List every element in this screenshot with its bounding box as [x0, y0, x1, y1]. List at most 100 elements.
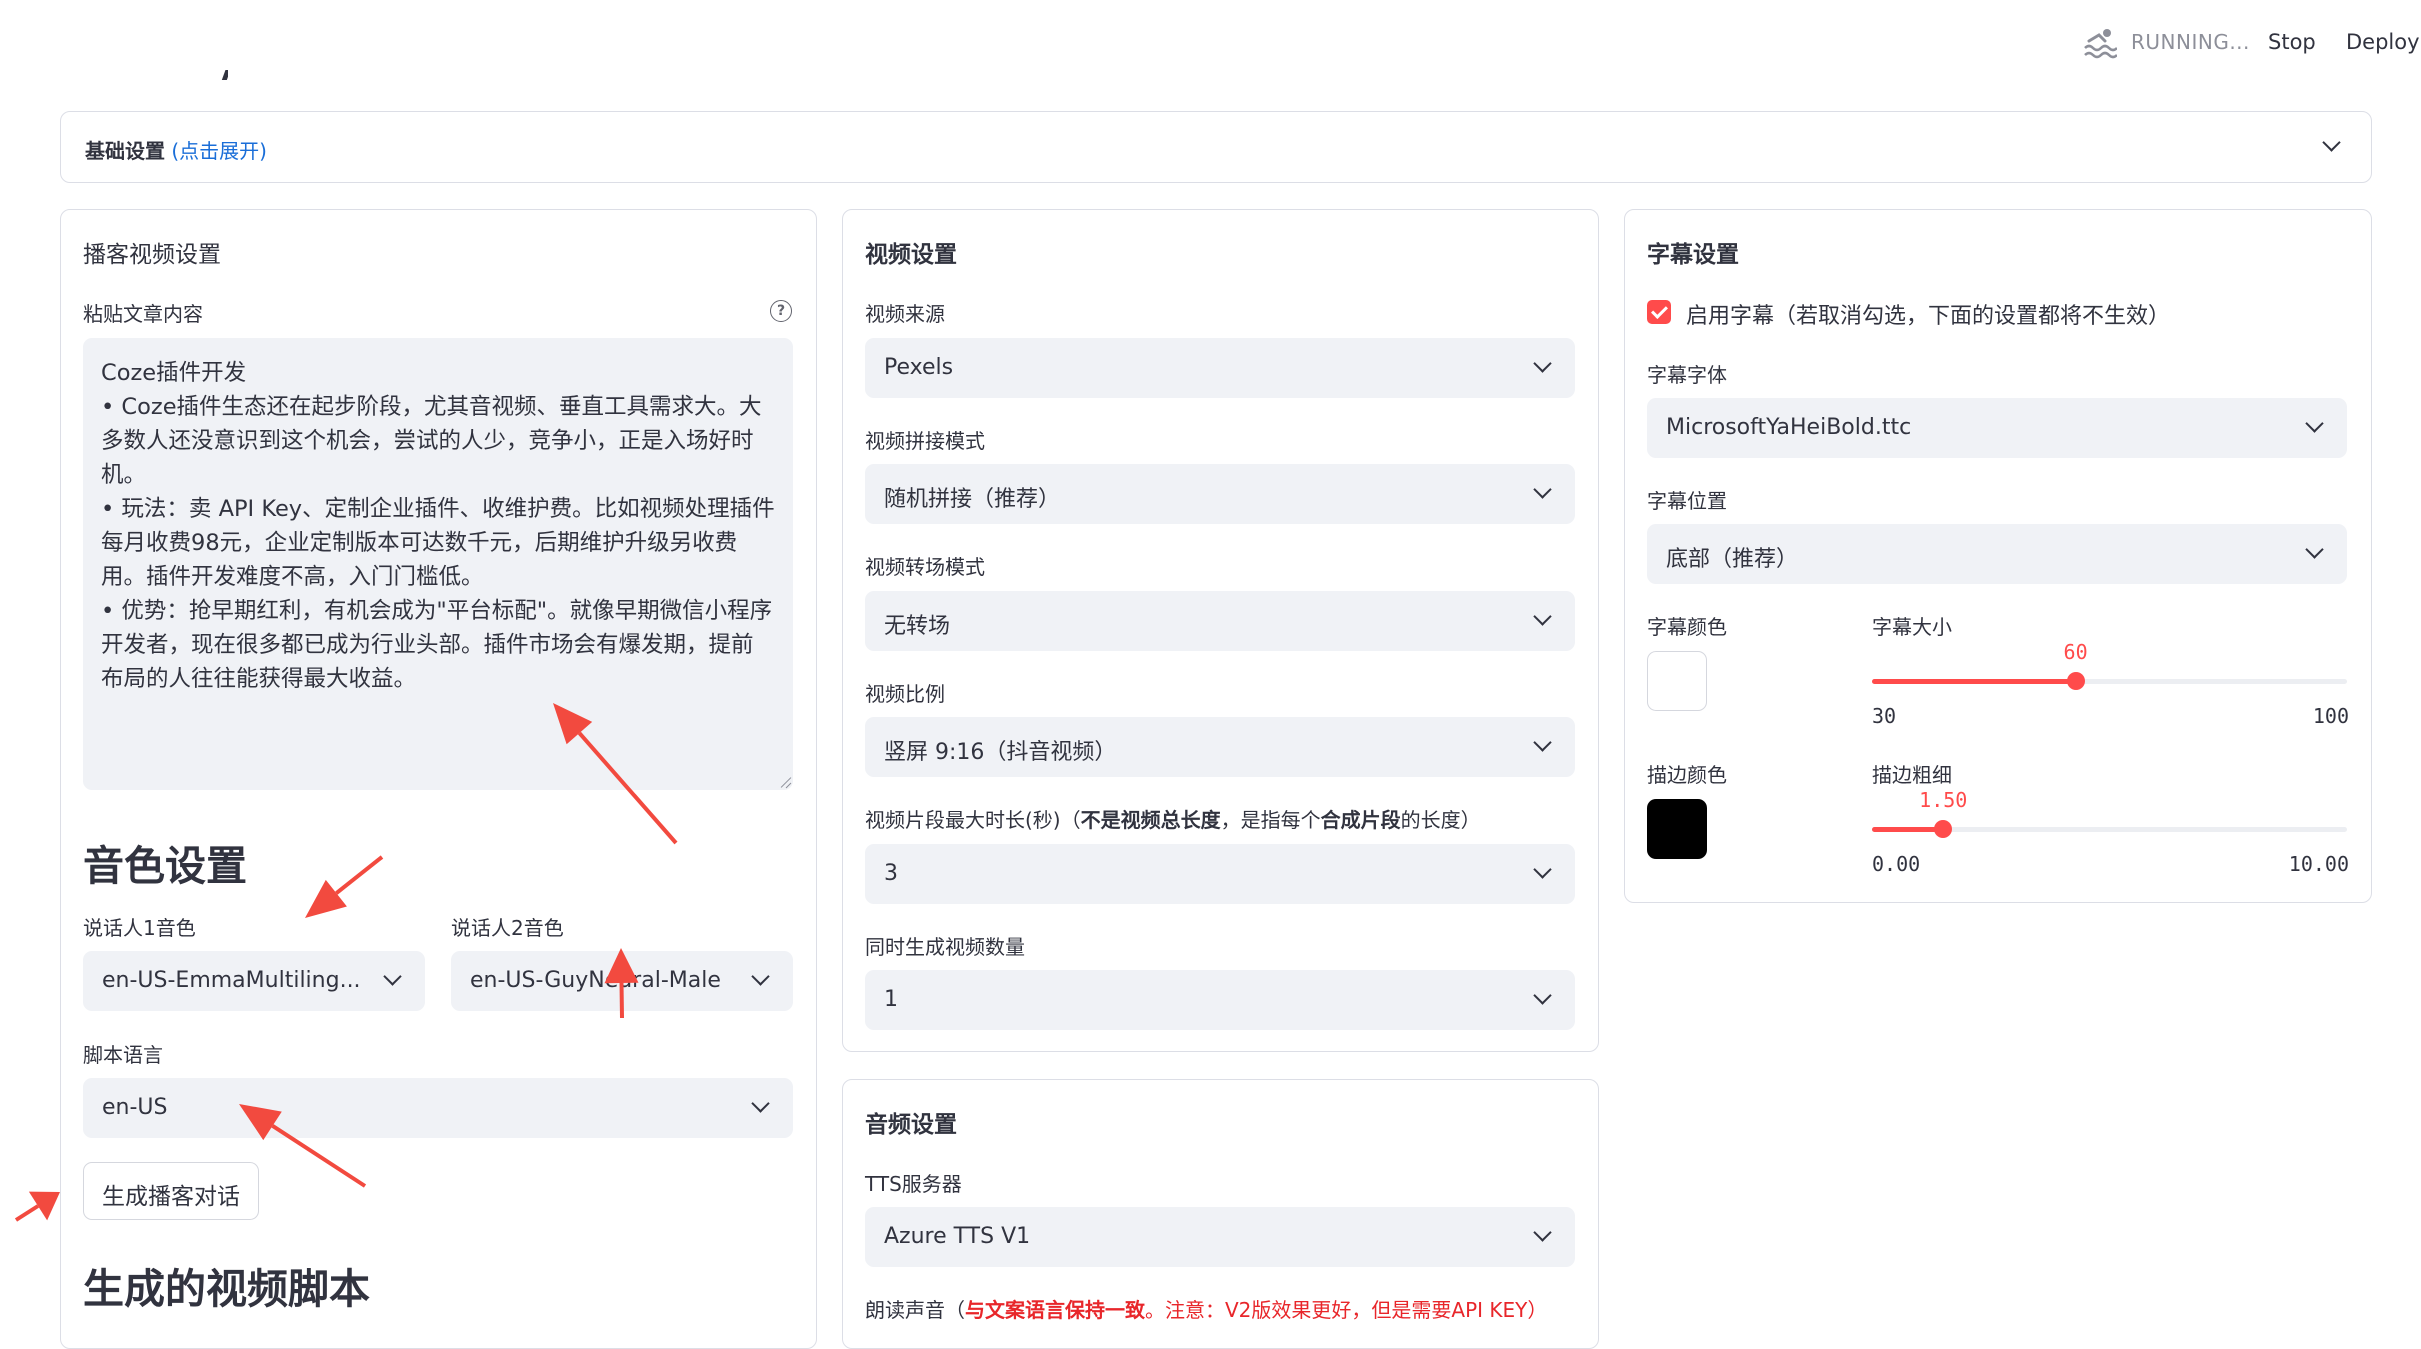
video-source-label: 视频来源	[865, 302, 945, 326]
transition-mode-value: 无转场	[884, 614, 951, 639]
subtitle-position-label: 字幕位置	[1647, 489, 1727, 513]
chevron-down-icon	[1533, 986, 1552, 1005]
subtitle-size-thumb[interactable]	[2066, 672, 2085, 690]
clip-label-part: 视频片段最大时长(秒)（	[865, 808, 1081, 832]
speaker2-select[interactable]: en-US-GuyNeural-Male	[451, 951, 793, 1011]
chevron-down-icon	[1533, 354, 1552, 373]
clip-label-part: 的长度）	[1400, 808, 1481, 832]
subtitle-color-picker[interactable]	[1647, 651, 1707, 711]
script-language-value: en-US	[102, 1095, 168, 1120]
stop-button[interactable]: Stop	[2268, 30, 2316, 54]
subtitle-font-label: 字幕字体	[1647, 363, 1727, 387]
expander-hint: (点击展开)	[171, 139, 267, 163]
concat-mode-select[interactable]: 随机拼接（推荐）	[865, 464, 1575, 524]
stroke-width-value: 1.50	[1919, 788, 1968, 812]
voice-label-part: 朗读声音（	[865, 1298, 965, 1322]
annotation-arrow-head	[28, 1191, 60, 1221]
subtitle-panel-title: 字幕设置	[1647, 242, 1739, 268]
subtitle-color-label: 字幕颜色	[1647, 615, 1727, 639]
deploy-button[interactable]: Deploy	[2346, 30, 2420, 54]
concat-mode-label: 视频拼接模式	[865, 429, 985, 453]
subtitle-size-fill	[1872, 679, 2076, 684]
expander-title: 基础设置	[85, 139, 165, 163]
video-settings-panel: 视频设置 视频来源 Pexels 视频拼接模式 随机拼接（推荐） 视频转场模式 …	[842, 209, 1599, 1052]
stroke-width-fill	[1872, 827, 1944, 832]
aspect-ratio-label: 视频比例	[865, 682, 945, 706]
subtitle-size-min: 30	[1872, 704, 1897, 728]
voice-settings-heading: 音色设置	[83, 842, 247, 890]
podcast-panel-title: 播客视频设置	[83, 242, 221, 268]
video-count-label: 同时生成视频数量	[865, 935, 1025, 959]
speaker2-value: en-US-GuyNeural-Male	[470, 968, 721, 993]
stroke-width-thumb[interactable]	[1934, 820, 1953, 838]
audio-settings-panel: 音频设置 TTS服务器 Azure TTS V1 朗读声音（与文案语言保持一致。…	[842, 1079, 1599, 1349]
help-icon[interactable]: ?	[770, 300, 792, 322]
expander-label: 基础设置 (点击展开)	[85, 135, 267, 164]
speaker1-select[interactable]: en-US-EmmaMultiling...	[83, 951, 425, 1011]
basic-settings-expander[interactable]: 基础设置 (点击展开)	[60, 111, 2372, 183]
chevron-down-icon	[751, 967, 770, 986]
video-count-select[interactable]: 1	[865, 970, 1575, 1030]
video-panel-title: 视频设置	[865, 242, 957, 268]
aspect-ratio-value: 竖屏 9:16（抖音视频）	[884, 740, 1117, 765]
voice-label-note: 。注意：V2版效果更好，但是需要API KEY）	[1145, 1298, 1548, 1322]
subtitle-position-select[interactable]: 底部（推荐）	[1647, 524, 2347, 584]
video-source-select[interactable]: Pexels	[865, 338, 1575, 398]
article-textarea[interactable]: Coze插件开发 • Coze插件生态还在起步阶段，尤其音视频、垂直工具需求大。…	[83, 338, 793, 790]
subtitle-font-select[interactable]: MicrosoftYaHeiBold.ttc	[1647, 398, 2347, 458]
transition-mode-label: 视频转场模式	[865, 555, 985, 579]
subtitle-font-value: MicrosoftYaHeiBold.ttc	[1666, 415, 1912, 440]
chevron-down-icon	[2322, 133, 2341, 152]
clip-duration-label: 视频片段最大时长(秒)（不是视频总长度，是指每个合成片段的长度）	[865, 804, 1481, 833]
clip-duration-select[interactable]: 3	[865, 844, 1575, 904]
generate-podcast-button[interactable]: 生成播客对话	[83, 1162, 259, 1220]
page-title-fragment	[200, 60, 228, 80]
chevron-down-icon	[1533, 607, 1552, 626]
podcast-panel: 播客视频设置 粘贴文章内容 ? Coze插件开发 • Coze插件生态还在起步阶…	[60, 209, 817, 1349]
annotation-arrow-shaft	[14, 1204, 40, 1222]
stroke-color-label: 描边颜色	[1647, 763, 1727, 787]
chevron-down-icon	[751, 1094, 770, 1113]
enable-subtitle-checkbox[interactable]	[1647, 300, 1671, 324]
tts-server-label: TTS服务器	[865, 1172, 962, 1196]
running-status: RUNNING...	[2131, 30, 2250, 54]
speaker1-value: en-US-EmmaMultiling...	[102, 968, 361, 993]
subtitle-settings-panel: 字幕设置 启用字幕（若取消勾选，下面的设置都将不生效） 字幕字体 Microso…	[1624, 209, 2372, 903]
voice-label-bold: 与文案语言保持一致	[965, 1298, 1145, 1322]
stroke-width-max: 10.00	[2288, 852, 2349, 876]
generated-script-heading: 生成的视频脚本	[83, 1265, 370, 1313]
enable-subtitle-label[interactable]: 启用字幕（若取消勾选，下面的设置都将不生效）	[1686, 298, 2170, 330]
subtitle-size-slider[interactable]: 60	[1872, 640, 2347, 690]
audio-panel-title: 音频设置	[865, 1112, 957, 1138]
subtitle-size-value: 60	[2063, 640, 2088, 664]
stroke-width-label: 描边粗细	[1872, 763, 1952, 787]
chevron-down-icon	[2305, 540, 2324, 559]
chevron-down-icon	[2305, 414, 2324, 433]
subtitle-size-label: 字幕大小	[1872, 615, 1952, 639]
resize-handle-icon[interactable]	[779, 776, 791, 788]
speaker2-label: 说话人2音色	[451, 916, 564, 940]
clip-label-bold: 不是视频总长度	[1080, 808, 1221, 832]
video-source-value: Pexels	[884, 355, 954, 380]
clip-label-bold: 合成片段	[1320, 808, 1401, 832]
script-language-select[interactable]: en-US	[83, 1078, 793, 1138]
clip-label-part: ，是指每个	[1220, 808, 1321, 832]
chevron-down-icon	[1533, 733, 1552, 752]
chevron-down-icon	[1533, 1223, 1552, 1242]
tts-server-value: Azure TTS V1	[884, 1224, 1031, 1249]
tts-server-select[interactable]: Azure TTS V1	[865, 1207, 1575, 1267]
stroke-width-slider[interactable]: 1.50	[1872, 788, 2347, 838]
speaker1-label: 说话人1音色	[83, 916, 196, 940]
aspect-ratio-select[interactable]: 竖屏 9:16（抖音视频）	[865, 717, 1575, 777]
voice-select-label: 朗读声音（与文案语言保持一致。注意：V2版效果更好，但是需要API KEY）	[865, 1294, 1547, 1323]
stroke-color-picker[interactable]	[1647, 799, 1707, 859]
transition-mode-select[interactable]: 无转场	[865, 591, 1575, 651]
concat-mode-value: 随机拼接（推荐）	[884, 487, 1061, 512]
video-count-value: 1	[884, 987, 898, 1012]
script-language-label: 脚本语言	[83, 1043, 163, 1067]
subtitle-position-value: 底部（推荐）	[1666, 547, 1799, 572]
chevron-down-icon	[383, 967, 402, 986]
top-bar: RUNNING... Stop Deploy	[0, 0, 2421, 90]
paste-article-label: 粘贴文章内容	[83, 302, 203, 326]
subtitle-size-max: 100	[2312, 704, 2349, 728]
